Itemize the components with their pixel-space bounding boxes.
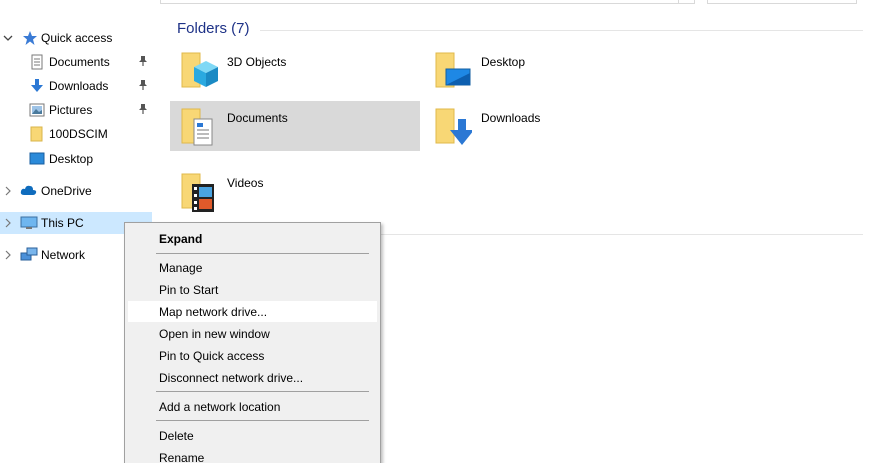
address-bar-divider <box>678 0 679 4</box>
context-menu: Expand Manage Pin to Start Map network d… <box>124 222 381 463</box>
group-divider <box>260 30 863 31</box>
cloud-icon <box>20 183 37 199</box>
menu-item-label: Map network drive... <box>159 305 268 319</box>
3d-objects-folder-icon <box>178 49 218 91</box>
nav-label: Documents <box>49 55 110 69</box>
documents-icon <box>29 54 45 70</box>
menu-separator <box>156 420 369 421</box>
pin-icon[interactable] <box>138 55 148 67</box>
menu-separator <box>156 391 369 392</box>
menu-item-label: Open in new window <box>159 327 270 341</box>
folder-desktop[interactable]: Desktop <box>424 45 674 95</box>
menu-item-disconnect-network-drive[interactable]: Disconnect network drive... <box>128 367 377 388</box>
nav-item-desktop[interactable]: Desktop <box>0 148 152 170</box>
computer-icon <box>20 215 38 231</box>
videos-folder-icon <box>178 170 218 212</box>
menu-item-pin-to-quick-access[interactable]: Pin to Quick access <box>128 345 377 366</box>
menu-item-label: Rename <box>159 451 205 463</box>
menu-separator <box>156 253 369 254</box>
folder-label: Desktop <box>481 55 526 69</box>
folder-label: 3D Objects <box>227 55 287 69</box>
menu-item-label: Expand <box>159 232 203 246</box>
pin-icon[interactable] <box>138 103 148 115</box>
folder-documents[interactable]: Documents <box>170 101 420 151</box>
chevron-right-icon[interactable] <box>3 212 13 234</box>
folders-group-header[interactable]: Folders (7) <box>177 20 250 37</box>
nav-onedrive[interactable]: OneDrive <box>0 180 152 202</box>
menu-item-label: Manage <box>159 261 203 275</box>
menu-item-rename[interactable]: Rename <box>128 447 377 463</box>
menu-item-map-network-drive[interactable]: Map network drive... <box>128 301 377 322</box>
nav-label: Quick access <box>41 31 113 45</box>
nav-label: Network <box>41 248 86 262</box>
chevron-right-icon[interactable] <box>3 244 13 266</box>
nav-item-pictures[interactable]: Pictures <box>0 99 152 121</box>
nav-label: 100DSCIM <box>49 127 108 141</box>
folder-label: Videos <box>227 176 264 190</box>
documents-folder-icon <box>178 105 218 147</box>
nav-label: Pictures <box>49 103 93 117</box>
folder-3d-objects[interactable]: 3D Objects <box>170 45 420 95</box>
menu-item-delete[interactable]: Delete <box>128 425 377 446</box>
nav-item-downloads[interactable]: Downloads <box>0 75 152 97</box>
nav-label: Downloads <box>49 79 109 93</box>
folder-label: Downloads <box>481 111 541 125</box>
nav-item-100dscim[interactable]: 100DSCIM <box>0 123 152 145</box>
menu-item-label: Pin to Start <box>159 283 219 297</box>
desktop-icon <box>29 151 45 167</box>
nav-quick-access[interactable]: Quick access <box>0 27 152 49</box>
folder-label: Documents <box>227 111 288 125</box>
menu-item-pin-to-start[interactable]: Pin to Start <box>128 279 377 300</box>
nav-label: Desktop <box>49 152 94 166</box>
nav-item-documents[interactable]: Documents <box>0 51 152 73</box>
menu-item-label: Disconnect network drive... <box>159 371 304 385</box>
downloads-folder-icon <box>432 105 474 147</box>
downloads-icon <box>29 78 45 94</box>
folder-downloads[interactable]: Downloads <box>424 101 674 151</box>
pictures-icon <box>29 102 45 118</box>
address-bar[interactable] <box>160 0 695 4</box>
menu-item-add-network-location[interactable]: Add a network location <box>128 396 377 417</box>
menu-item-label: Add a network location <box>159 400 281 414</box>
folder-icon <box>29 126 45 142</box>
network-icon <box>20 247 38 263</box>
chevron-down-icon[interactable] <box>3 27 13 49</box>
folder-videos[interactable]: Videos <box>170 166 420 216</box>
search-box[interactable] <box>707 0 857 4</box>
star-icon <box>22 30 38 46</box>
nav-label: OneDrive <box>41 184 92 198</box>
menu-item-label: Delete <box>159 429 194 443</box>
menu-item-open-new-window[interactable]: Open in new window <box>128 323 377 344</box>
chevron-right-icon[interactable] <box>3 180 13 202</box>
pin-icon[interactable] <box>138 79 148 91</box>
menu-item-expand[interactable]: Expand <box>128 228 377 249</box>
menu-item-manage[interactable]: Manage <box>128 257 377 278</box>
nav-label: This PC <box>41 216 84 230</box>
desktop-folder-icon <box>432 49 472 91</box>
menu-item-label: Pin to Quick access <box>159 349 265 363</box>
